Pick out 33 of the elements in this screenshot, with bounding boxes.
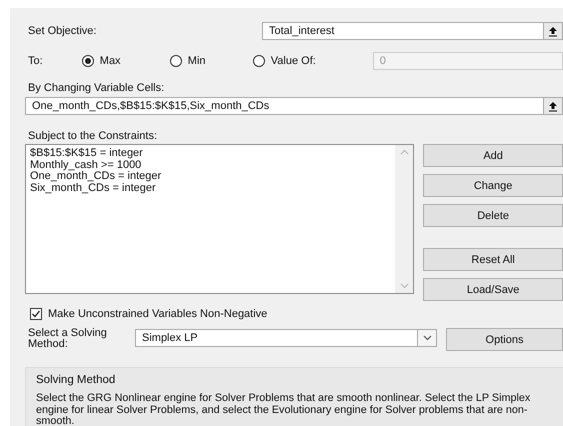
checkbox-label: Make Unconstrained Variables Non-Negative bbox=[48, 308, 268, 320]
radio-button[interactable] bbox=[82, 55, 94, 67]
checkbox[interactable] bbox=[30, 308, 42, 320]
range-select-button[interactable] bbox=[543, 22, 563, 40]
constraint-item[interactable]: Six_month_CDs = integer bbox=[30, 182, 392, 194]
constraint-item[interactable]: Monthly_cash >= 1000 bbox=[30, 160, 392, 171]
constraint-item[interactable]: One_month_CDs = integer bbox=[30, 171, 392, 182]
dialog-button[interactable]: Load/Save bbox=[423, 278, 563, 301]
constraints-list[interactable]: $B$15:$K$15 = integer Monthly_cash >= 1000 One_month_CDs = integer Six_month_CDs = integer bbox=[25, 144, 414, 294]
solving-method-dropdown[interactable]: Simplex LP bbox=[135, 329, 437, 347]
field-label: Set Objective: bbox=[28, 25, 96, 37]
description-text: Select the GRG Nonlinear engine for Solver Problems that are smooth nonlinear. Select the LP Simplex engine for linear Solver Problems, and select the Evolutionary engine for Solver problems that are non-smooth. bbox=[36, 393, 532, 426]
dialog-button[interactable]: Delete bbox=[423, 204, 563, 227]
radio-button[interactable] bbox=[170, 55, 182, 67]
dialog-button[interactable]: Add bbox=[423, 144, 563, 167]
field-label: To: bbox=[28, 55, 44, 67]
constraint-item[interactable]: $B$15:$K$15 = integer bbox=[30, 148, 392, 160]
arrow-up-icon bbox=[548, 100, 558, 112]
field-label: By Changing Variable Cells: bbox=[28, 82, 164, 94]
field-label: Subject to the Constraints: bbox=[28, 130, 158, 142]
objective-field[interactable]: Total_interest bbox=[262, 22, 563, 40]
options-button[interactable]: Options bbox=[446, 328, 563, 351]
radio-button[interactable] bbox=[252, 55, 265, 67]
radio-option[interactable]: Max bbox=[82, 55, 170, 67]
dialog-button[interactable]: Reset All bbox=[423, 248, 563, 271]
field-label: Select a Solving Method: bbox=[28, 328, 108, 350]
radio-option[interactable]: Min bbox=[170, 55, 253, 67]
panel-title: Solving Method bbox=[36, 374, 116, 386]
arrow-up-icon bbox=[548, 26, 558, 36]
variable-cells-field[interactable]: One_month_CDs,$B$15:$K$15,Six_month_CDs bbox=[25, 97, 563, 115]
radio-option[interactable]: Value Of: bbox=[252, 55, 373, 67]
dialog-button[interactable]: Change bbox=[423, 174, 563, 197]
range-select-button[interactable] bbox=[543, 97, 563, 115]
